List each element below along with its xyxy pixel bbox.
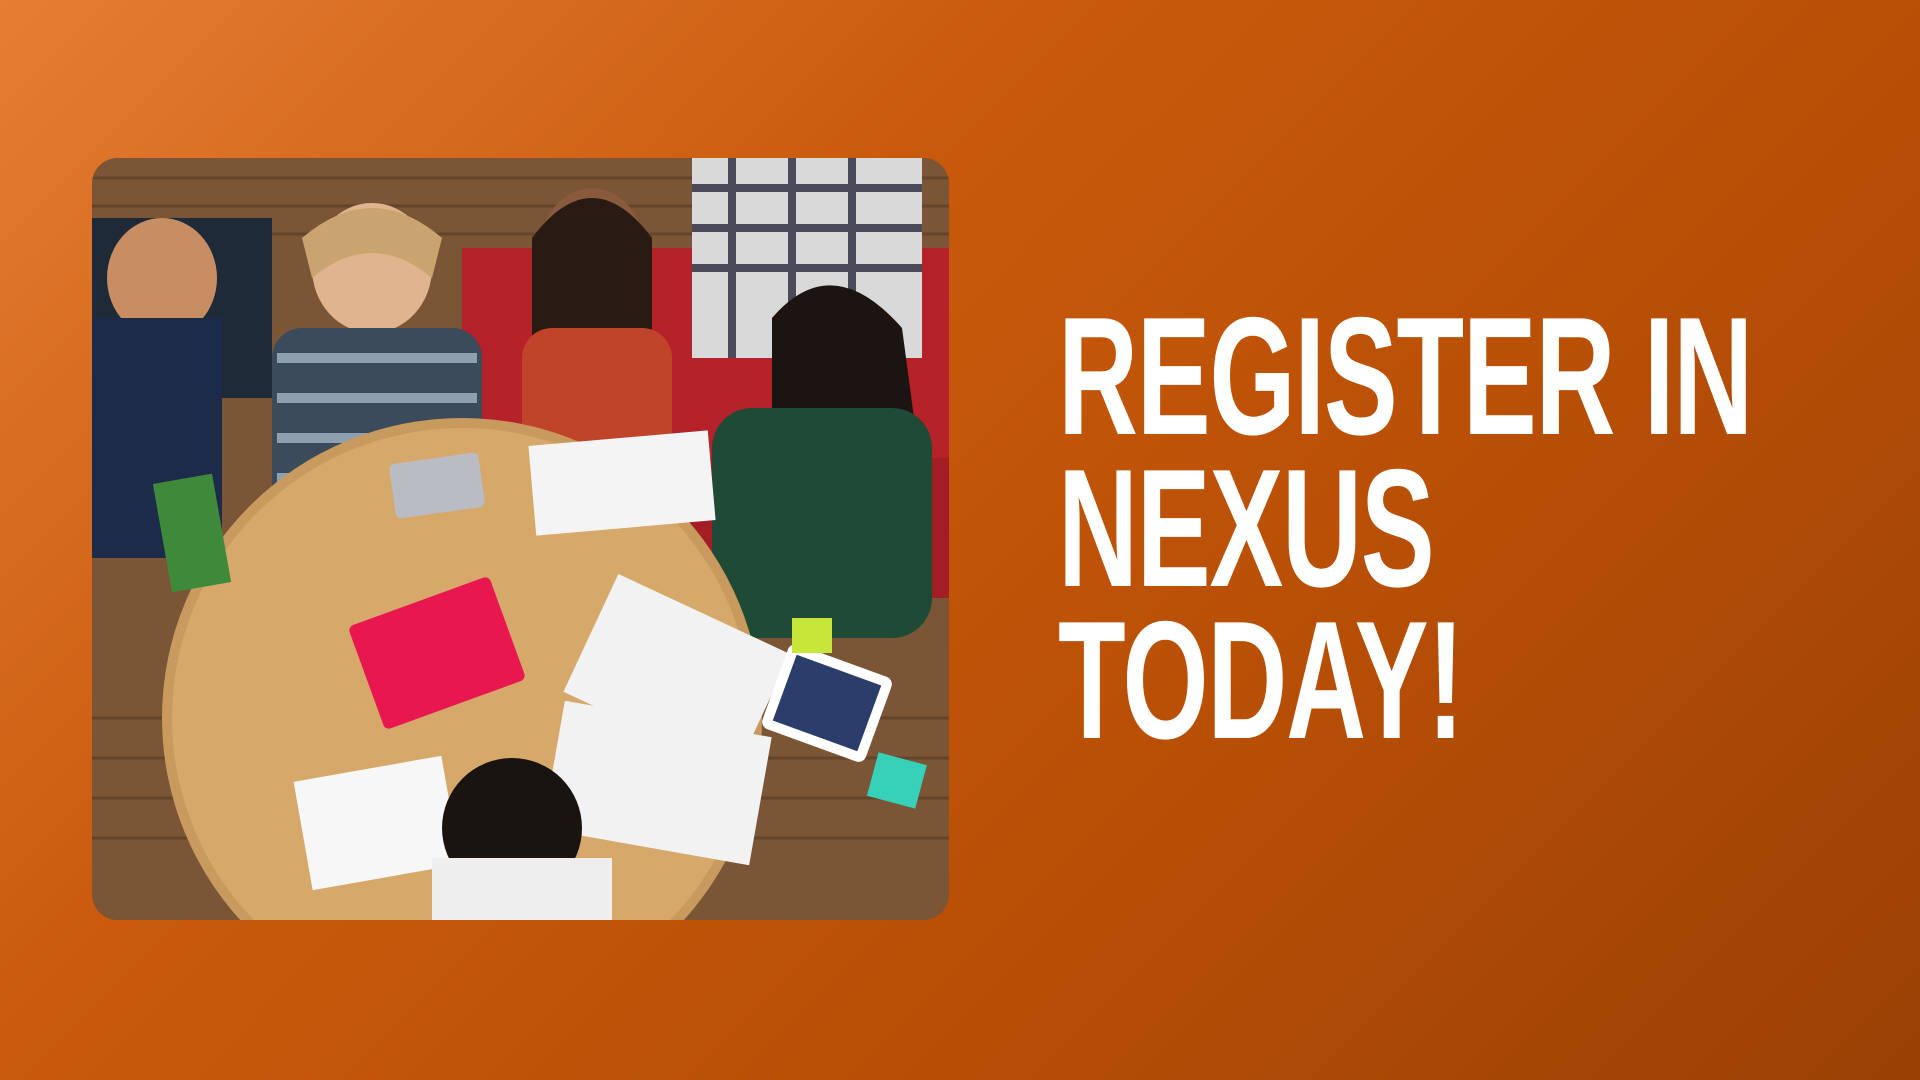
headline-line-2: NEXUS [1058,434,1435,622]
students-group-photo [92,158,949,920]
headline-line-3: TODAY! [1058,586,1464,774]
headline-line-1: REGISTER IN [1058,282,1753,470]
headline: REGISTER IN NEXUS TODAY! [1058,282,1753,774]
